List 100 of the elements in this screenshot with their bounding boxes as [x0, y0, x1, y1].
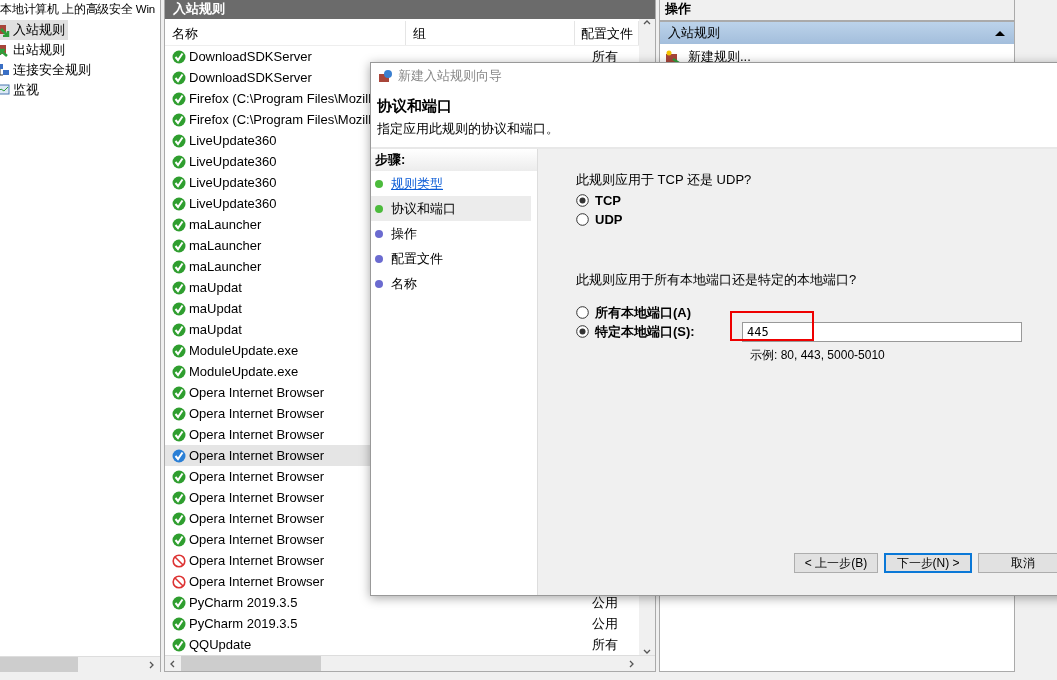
radio-option[interactable]: UDP — [576, 210, 623, 229]
radio-option[interactable]: 特定本地端口(S): — [576, 322, 695, 341]
radio-button[interactable] — [576, 213, 589, 226]
check-shield-icon — [172, 238, 186, 253]
rule-name[interactable]: ModuleUpdate.exe — [189, 343, 299, 358]
port-field[interactable]: 445 — [742, 322, 1022, 342]
steps-header: 步骤: — [371, 149, 537, 171]
check-shield-icon — [172, 301, 186, 316]
wizard-button[interactable]: 取消 — [978, 553, 1057, 573]
rule-name[interactable]: maUpdat — [189, 280, 242, 295]
rule-name[interactable]: Opera Internet Browser — [189, 406, 325, 421]
page-subtitle: 指定应用此规则的协议和端口。 — [377, 120, 560, 138]
check-shield-icon — [172, 469, 186, 484]
rule-name[interactable]: LiveUpdate360 — [189, 196, 277, 211]
radio-button[interactable] — [576, 194, 589, 207]
firewall-arrow-icon — [0, 43, 10, 57]
rule-name[interactable]: DownloadSDKServer — [189, 49, 312, 64]
check-shield-icon — [172, 196, 186, 211]
check-shield-icon — [172, 532, 186, 547]
profile-cell-text: 公用 — [591, 593, 619, 612]
tree-item[interactable]: 监视 — [0, 80, 42, 100]
rule-name[interactable]: Opera Internet Browser — [189, 511, 325, 526]
horizontal-scrollbar[interactable] — [0, 656, 160, 672]
pane-title: 操作 — [660, 0, 1014, 22]
dialog-title: 新建入站规则向导 — [398, 67, 502, 85]
rule-name[interactable]: Opera Internet Browser — [189, 532, 325, 547]
rule-name[interactable]: maLauncher — [189, 217, 262, 232]
rule-name[interactable]: Firefox (C:\Program Files\Mozill — [189, 91, 372, 106]
check-shield-icon — [172, 364, 186, 379]
radio-button[interactable] — [576, 325, 589, 338]
check-shield-icon — [172, 154, 186, 169]
tree-item[interactable]: 出站规则 — [0, 40, 68, 60]
rule-name[interactable]: LiveUpdate360 — [189, 175, 277, 190]
check-shield-icon — [172, 385, 186, 400]
rule-name[interactable]: PyCharm 2019.3.5 — [189, 595, 298, 610]
check-shield-icon — [172, 406, 186, 421]
pane-title: 入站规则 — [165, 0, 655, 19]
chevron-icon[interactable] — [643, 19, 651, 27]
firewall-arrow-icon — [0, 23, 10, 37]
check-shield-icon — [172, 490, 186, 505]
check-shield-icon — [172, 112, 186, 127]
network-computers-icon — [0, 63, 10, 77]
firewall-globe-icon — [379, 69, 393, 83]
question-text: 此规则应用于所有本地端口还是特定的本地端口? — [576, 271, 858, 289]
rule-name[interactable]: maLauncher — [189, 259, 262, 274]
check-shield-icon — [172, 637, 186, 652]
horizontal-scrollbar[interactable] — [165, 655, 655, 671]
page-heading: 协议和端口 — [377, 97, 453, 116]
hint-text: 示例: 80, 443, 5000-5010 — [750, 347, 885, 364]
column-header[interactable]: 名称 — [165, 21, 407, 45]
rule-name[interactable]: maLauncher — [189, 238, 262, 253]
tree-item[interactable]: 入站规则 — [0, 20, 68, 40]
wizard-button[interactable]: 下一步(N) > — [884, 553, 972, 573]
wizard-step[interactable]: 协议和端口 — [371, 196, 531, 221]
rule-name[interactable]: Opera Internet Browser — [189, 574, 325, 589]
blocked-icon — [172, 553, 186, 568]
question-text: 此规则应用于 TCP 还是 UDP? — [576, 171, 753, 189]
radio-button[interactable] — [576, 306, 589, 319]
check-shield-icon — [172, 427, 186, 442]
chevron-icon[interactable] — [169, 659, 177, 668]
rule-name[interactable]: Opera Internet Browser — [189, 427, 325, 442]
wizard-step[interactable]: 名称 — [371, 271, 531, 296]
section-header[interactable]: 入站规则 — [660, 22, 1014, 44]
profile-cell-text: 公用 — [591, 614, 619, 633]
rule-name[interactable]: maUpdat — [189, 301, 242, 316]
check-shield-icon — [172, 280, 186, 295]
column-header[interactable]: 组 — [406, 21, 575, 45]
rule-name[interactable]: LiveUpdate360 — [189, 154, 277, 169]
chevron-icon[interactable] — [147, 660, 155, 669]
check-shield-icon — [172, 259, 186, 274]
rule-name[interactable]: Opera Internet Browser — [189, 385, 325, 400]
check-shield-icon — [172, 49, 186, 64]
check-shield-icon — [172, 175, 186, 190]
rule-name[interactable]: ModuleUpdate.exe — [189, 364, 299, 379]
rule-name[interactable]: Opera Internet Browser — [189, 553, 325, 568]
check-shield-icon — [172, 595, 186, 610]
rule-name[interactable]: Opera Internet Browser — [189, 490, 325, 505]
profile-cell-text: 所有 — [591, 47, 619, 66]
wizard-button[interactable]: < 上一步(B) — [794, 553, 878, 573]
wizard-step[interactable]: 规则类型 — [371, 171, 531, 196]
rule-name[interactable]: maUpdat — [189, 322, 242, 337]
wizard-step[interactable]: 操作 — [371, 221, 531, 246]
rule-name[interactable]: QQUpdate — [189, 637, 252, 652]
check-shield-icon — [172, 91, 186, 106]
radio-option[interactable]: TCP — [576, 191, 621, 210]
rule-name[interactable]: PyCharm 2019.3.5 — [189, 616, 298, 631]
blocked-icon — [172, 574, 186, 589]
check-shield-icon — [172, 133, 186, 148]
check-shield-icon — [172, 322, 186, 337]
check-shield-icon — [172, 70, 186, 85]
rule-name[interactable]: Opera Internet Browser — [189, 469, 325, 484]
check-shield-icon — [172, 343, 186, 358]
radio-option[interactable]: 所有本地端口(A) — [576, 303, 692, 322]
rule-name[interactable]: DownloadSDKServer — [189, 70, 312, 85]
tree-item[interactable]: 连接安全规则 — [0, 60, 94, 80]
check-shield-icon — [172, 448, 186, 463]
tree-title: 本地计算机 上的高级安全 Win — [0, 2, 155, 17]
rule-name[interactable]: LiveUpdate360 — [189, 133, 277, 148]
wizard-step[interactable]: 配置文件 — [371, 246, 531, 271]
rule-name[interactable]: Firefox (C:\Program Files\Mozill — [189, 112, 372, 127]
